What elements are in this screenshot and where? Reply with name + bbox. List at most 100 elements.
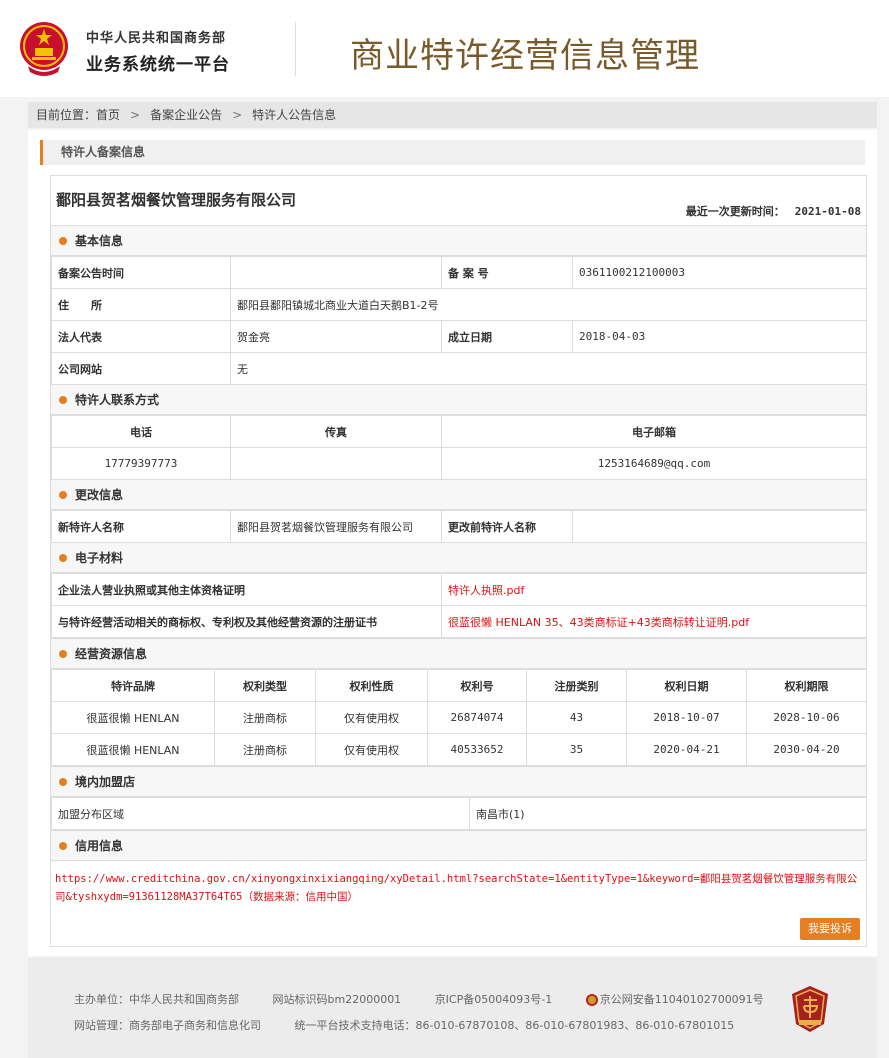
section-title: 特许人联系方式 bbox=[75, 393, 160, 407]
bullet-dot-icon bbox=[59, 777, 67, 786]
legal-rep-label: 法人代表 bbox=[51, 320, 231, 353]
section-contact: 特许人联系方式 bbox=[51, 384, 866, 415]
bullet-dot-icon bbox=[59, 649, 67, 658]
breadcrumb-separator: > bbox=[130, 108, 141, 122]
address-label: 住 所 bbox=[51, 288, 231, 321]
contact-table: 电话 传真 电子邮箱 17779397773 1253164689@qq.com bbox=[51, 415, 867, 480]
gov-error-correction-icon[interactable] bbox=[790, 984, 830, 1034]
section-title: 基本信息 bbox=[75, 234, 124, 248]
est-date-value: 2018-04-03 bbox=[572, 320, 867, 353]
right-nature-cell: 仅有使用权 bbox=[315, 701, 428, 734]
right-term-cell: 2028-10-06 bbox=[746, 701, 867, 734]
footer-line-2: 网站管理：商务部电子商务和信息化司 统一平台技术支持电话：86-010-6787… bbox=[74, 1017, 764, 1033]
table-header-row: 特许品牌 权利类型 权利性质 权利号 注册类别 权利日期 权利期限 bbox=[51, 669, 867, 702]
old-name-value bbox=[572, 510, 867, 543]
license-label: 企业法人营业执照或其他主体资格证明 bbox=[51, 573, 442, 606]
breadcrumb-announcements[interactable]: 备案企业公告 bbox=[150, 108, 222, 122]
section-credit: 信用信息 bbox=[51, 830, 866, 861]
table-row: 与特许经营活动相关的商标权、专利权及其他经营资源的注册证书 很蓝很懒 HENLA… bbox=[51, 605, 867, 638]
category-cell: 43 bbox=[526, 701, 627, 734]
footer-manager: 网站管理：商务部电子商务和信息化司 bbox=[74, 1019, 261, 1032]
section-stores: 境内加盟店 bbox=[51, 766, 866, 797]
column-header: 电子邮箱 bbox=[441, 415, 867, 448]
table-row: 住 所 鄱阳县鄱阳镇城北商业大道白天鹅B1-2号 bbox=[51, 288, 867, 321]
column-header: 传真 bbox=[230, 415, 442, 448]
right-type-cell: 注册商标 bbox=[214, 701, 316, 734]
column-header: 权利期限 bbox=[746, 669, 867, 702]
site-header: 中华人民共和国商务部 业务系统统一平台 商业特许经营信息管理 bbox=[0, 0, 889, 97]
website-value: 无 bbox=[230, 352, 867, 385]
record-no-value: 0361100212100003 bbox=[572, 256, 867, 289]
section-title: 信用信息 bbox=[75, 839, 124, 853]
trademark-label: 与特许经营活动相关的商标权、专利权及其他经营资源的注册证书 bbox=[51, 605, 442, 638]
section-resources: 经营资源信息 bbox=[51, 638, 866, 669]
table-row: 加盟分布区域 南昌市(1) bbox=[51, 797, 867, 830]
last-updated-date: 2021-01-08 bbox=[794, 205, 861, 218]
address-value: 鄱阳县鄱阳镇城北商业大道白天鹅B1-2号 bbox=[230, 288, 867, 321]
table-row: 备案公告时间 备 案 号 0361100212100003 bbox=[51, 256, 867, 289]
footer-police[interactable]: 京公网安备11040102700091号 bbox=[600, 993, 764, 1006]
fax-value bbox=[230, 447, 442, 480]
stores-table: 加盟分布区域 南昌市(1) bbox=[51, 797, 867, 830]
breadcrumb-home[interactable]: 首页 bbox=[96, 108, 120, 122]
column-header: 权利性质 bbox=[315, 669, 428, 702]
section-basic-info: 基本信息 bbox=[51, 225, 866, 256]
section-title: 更改信息 bbox=[75, 488, 124, 502]
bullet-dot-icon bbox=[59, 236, 67, 245]
credit-china-link[interactable]: https://www.creditchina.gov.cn/xinyongxi… bbox=[55, 870, 863, 906]
new-name-value: 鄱阳县贺茗烟餐饮管理服务有限公司 bbox=[230, 510, 442, 543]
column-header: 注册类别 bbox=[526, 669, 627, 702]
resources-table: 特许品牌 权利类型 权利性质 权利号 注册类别 权利日期 权利期限 很蓝很懒 H… bbox=[51, 669, 867, 766]
est-date-label: 成立日期 bbox=[441, 320, 573, 353]
legal-rep-value: 贺金亮 bbox=[230, 320, 442, 353]
section-title: 境内加盟店 bbox=[75, 775, 136, 789]
record-no-label: 备 案 号 bbox=[441, 256, 573, 289]
footer-icp[interactable]: 京ICP备05004093号-1 bbox=[435, 993, 553, 1006]
phone-value: 17779397773 bbox=[51, 447, 231, 480]
right-date-cell: 2018-10-07 bbox=[626, 701, 747, 734]
brand-cell: 很蓝很懒 HENLAN bbox=[51, 701, 215, 734]
table-row: 法人代表 贺金亮 成立日期 2018-04-03 bbox=[51, 320, 867, 353]
right-nature-cell: 仅有使用权 bbox=[315, 733, 428, 766]
table-row: 新特许人名称 鄱阳县贺茗烟餐饮管理服务有限公司 更改前特许人名称 bbox=[51, 510, 867, 543]
table-row: 17779397773 1253164689@qq.com bbox=[51, 447, 867, 480]
materials-table: 企业法人营业执照或其他主体资格证明 特许人执照.pdf 与特许经营活动相关的商标… bbox=[51, 573, 867, 638]
bullet-dot-icon bbox=[59, 553, 67, 562]
email-value: 1253164689@qq.com bbox=[441, 447, 867, 480]
right-date-cell: 2020-04-21 bbox=[626, 733, 747, 766]
breadcrumb-prefix: 目前位置： bbox=[36, 108, 97, 122]
changes-table: 新特许人名称 鄱阳县贺茗烟餐饮管理服务有限公司 更改前特许人名称 bbox=[51, 510, 867, 543]
company-name: 鄱阳县贺茗烟餐饮管理服务有限公司 bbox=[56, 191, 297, 209]
table-header-row: 电话 传真 电子邮箱 bbox=[51, 415, 867, 448]
column-header: 权利号 bbox=[427, 669, 527, 702]
last-updated-label: 最近一次更新时间： bbox=[685, 205, 785, 218]
report-button[interactable]: 我要投诉 bbox=[800, 918, 860, 940]
table-row: 很蓝很懒 HENLAN 注册商标 仅有使用权 40533652 35 2020-… bbox=[51, 733, 867, 766]
bullet-dot-icon bbox=[59, 395, 67, 404]
category-cell: 35 bbox=[526, 733, 627, 766]
breadcrumb-current: 特许人公告信息 bbox=[252, 108, 337, 122]
table-row: 企业法人营业执照或其他主体资格证明 特许人执照.pdf bbox=[51, 573, 867, 606]
basic-info-table: 备案公告时间 备 案 号 0361100212100003 住 所 鄱阳县鄱阳镇… bbox=[51, 256, 867, 385]
section-title: 经营资源信息 bbox=[75, 647, 148, 661]
table-row: 很蓝很懒 HENLAN 注册商标 仅有使用权 26874074 43 2018-… bbox=[51, 701, 867, 734]
site-title: 商业特许经营信息管理 bbox=[350, 36, 700, 76]
trademark-file-link[interactable]: 很蓝很懒 HENLAN 35、43类商标证+43类商标转让证明.pdf bbox=[441, 605, 867, 638]
national-emblem-icon bbox=[20, 22, 68, 76]
footer-sponsor: 主办单位：中华人民共和国商务部 bbox=[74, 993, 239, 1006]
region-label: 加盟分布区域 bbox=[51, 797, 470, 830]
column-header: 权利日期 bbox=[626, 669, 747, 702]
announce-time-value bbox=[230, 256, 442, 289]
license-file-link[interactable]: 特许人执照.pdf bbox=[441, 573, 867, 606]
region-value: 南昌市(1) bbox=[469, 797, 867, 830]
section-changes: 更改信息 bbox=[51, 479, 866, 510]
platform-name: 业务系统统一平台 bbox=[86, 55, 230, 75]
header-divider bbox=[295, 22, 296, 76]
breadcrumb-separator: > bbox=[232, 108, 243, 122]
site-footer: 主办单位：中华人民共和国商务部 网站标识码bm22000001 京ICP备050… bbox=[28, 958, 877, 1058]
footer-site-id: 网站标识码bm22000001 bbox=[272, 993, 402, 1006]
column-header: 电话 bbox=[51, 415, 231, 448]
right-term-cell: 2030-04-20 bbox=[746, 733, 867, 766]
last-updated: 最近一次更新时间： 2021-01-08 bbox=[686, 203, 861, 219]
column-header: 特许品牌 bbox=[51, 669, 215, 702]
